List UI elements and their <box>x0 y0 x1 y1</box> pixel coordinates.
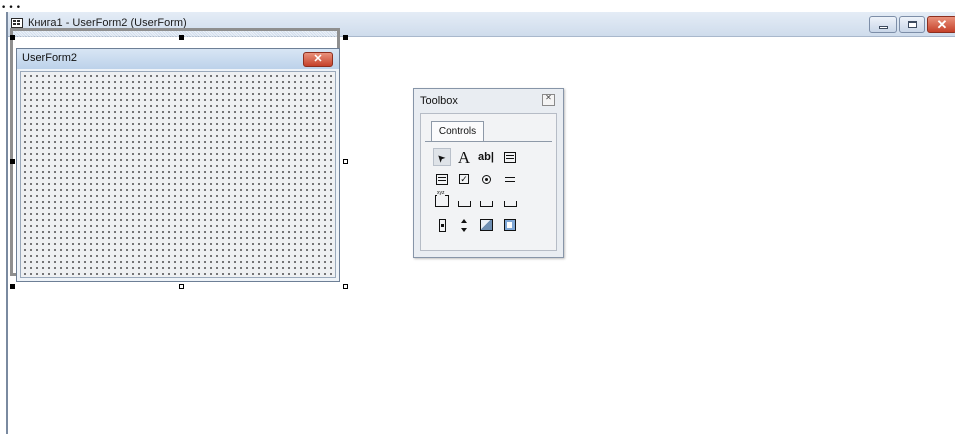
close-window-button[interactable]: ✕ <box>927 16 955 33</box>
textbox-icon[interactable]: ab| <box>477 148 495 166</box>
close-icon: ✕ <box>313 53 323 65</box>
command-button-icon[interactable] <box>455 192 473 210</box>
multipage-glyph <box>503 201 517 207</box>
resize-handle-top-left[interactable] <box>10 35 15 40</box>
userform[interactable]: UserForm2 ✕ <box>16 48 340 282</box>
textbox-glyph: ab| <box>478 150 494 163</box>
refedit-icon[interactable] <box>501 216 519 234</box>
listbox-icon[interactable] <box>433 170 451 188</box>
label-glyph: A <box>457 147 471 167</box>
resize-handle-bottom-middle[interactable] <box>179 284 184 289</box>
close-icon: ✕ <box>936 17 948 32</box>
option-button-glyph <box>481 174 491 184</box>
maximize-button[interactable] <box>899 16 925 33</box>
listbox-glyph <box>436 173 448 185</box>
tabstrip-glyph <box>479 201 493 207</box>
minimize-icon <box>879 26 888 29</box>
label-icon[interactable]: A <box>455 148 473 166</box>
toolbox-controls-page: ➤ A ab| ✓ <box>425 141 552 244</box>
pointer-arrow-icon[interactable]: ➤ <box>433 148 451 166</box>
resize-handle-top-right[interactable] <box>343 35 348 40</box>
scrollbar-icon[interactable] <box>433 216 451 234</box>
resize-handle-middle-left[interactable] <box>10 159 15 164</box>
spin-button-glyph <box>461 218 468 232</box>
checkbox-glyph: ✓ <box>459 174 469 184</box>
toolbox-title: Toolbox <box>420 95 458 107</box>
pointer-arrow-glyph: ➤ <box>434 150 449 165</box>
image-icon[interactable] <box>477 216 495 234</box>
toolbox-window[interactable]: Toolbox ✕ Controls ➤ A ab| ✓ <box>413 88 564 258</box>
spin-button-icon[interactable] <box>455 216 473 234</box>
userform-title: UserForm2 <box>22 52 78 64</box>
image-glyph <box>479 219 493 231</box>
option-button-icon[interactable] <box>477 170 495 188</box>
background-text: … <box>0 0 23 12</box>
toolbox-close-button[interactable]: ✕ <box>542 93 555 106</box>
tab-controls-label: Controls <box>438 126 477 137</box>
checkbox-icon[interactable]: ✓ <box>455 170 473 188</box>
frame-glyph <box>435 191 449 207</box>
command-button-glyph <box>457 201 471 207</box>
toggle-button-icon[interactable] <box>501 170 519 188</box>
tab-controls[interactable]: Controls <box>431 121 484 141</box>
frame-icon[interactable] <box>433 191 451 210</box>
userform-close-button[interactable]: ✕ <box>303 52 333 67</box>
resize-handle-bottom-right[interactable] <box>343 284 348 289</box>
scrollbar-glyph <box>438 218 446 232</box>
resize-handle-top-middle[interactable] <box>179 35 184 40</box>
resize-handle-middle-right[interactable] <box>343 159 348 164</box>
toggle-button-glyph <box>504 174 516 184</box>
refedit-glyph <box>504 219 516 231</box>
combobox-glyph <box>504 151 516 163</box>
toolbox-title-bar[interactable]: Toolbox ✕ <box>414 89 563 111</box>
tabstrip-icon[interactable] <box>477 192 495 210</box>
multipage-icon[interactable] <box>501 192 519 210</box>
maximize-icon <box>908 21 917 28</box>
userform-canvas[interactable] <box>20 71 336 278</box>
userform-title-bar[interactable]: UserForm2 ✕ <box>17 49 339 69</box>
form-window-icon <box>11 18 23 28</box>
minimize-button[interactable] <box>869 16 897 33</box>
combobox-icon[interactable] <box>501 148 519 166</box>
resize-handle-bottom-left[interactable] <box>10 284 15 289</box>
background-text-fragment: … <box>0 0 955 12</box>
toolbox-panel: Controls ➤ A ab| ✓ <box>420 113 557 251</box>
close-icon: ✕ <box>545 93 552 102</box>
